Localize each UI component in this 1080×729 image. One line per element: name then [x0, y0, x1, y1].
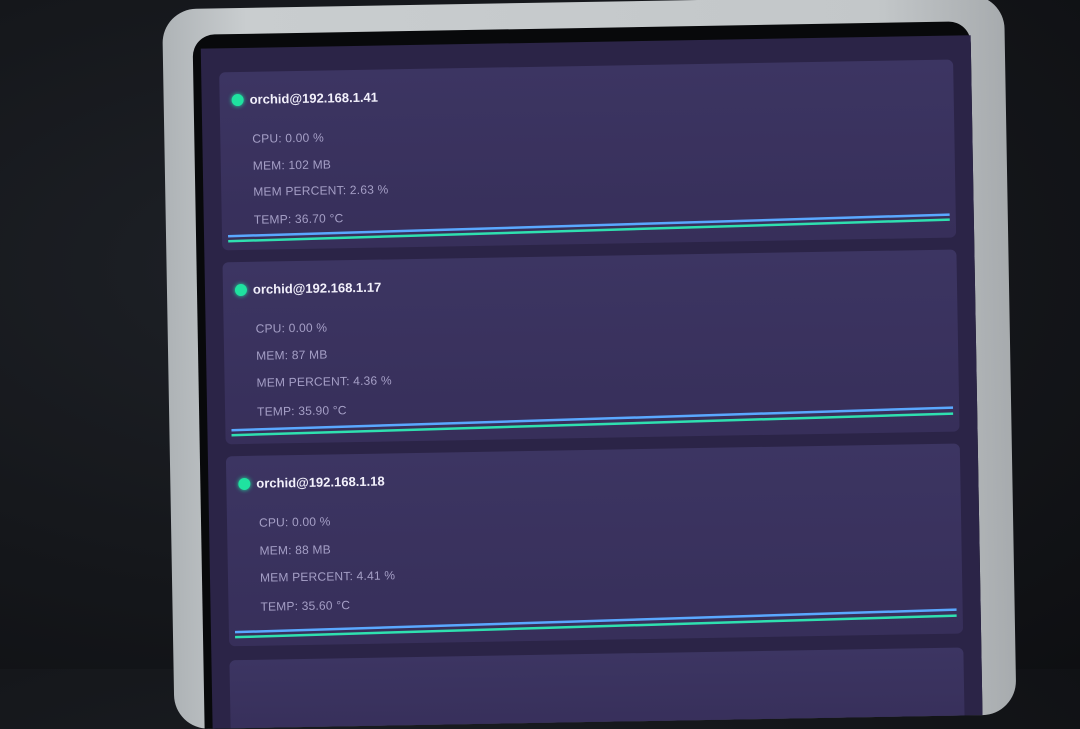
- mem-percent-value: MEM PERCENT: 4.41 %: [259, 568, 396, 585]
- cpu-value: CPU: 0.00 %: [252, 130, 325, 146]
- mem-percent-value: MEM PERCENT: 2.63 %: [253, 182, 389, 199]
- status-online-icon: [238, 477, 251, 490]
- graph-line-green: [228, 218, 950, 243]
- server-name: orchid@192.168.1.17: [252, 279, 382, 297]
- graph-line-blue: [234, 608, 957, 634]
- server-card: orchid@192.168.1.17 CPU: 0.00 % MEM: 87 …: [222, 249, 960, 445]
- server-name: orchid@192.168.1.41: [249, 89, 379, 107]
- server-card: orchid@192.168.1.41 CPU: 0.00 % MEM: 102…: [219, 59, 957, 251]
- mem-value: MEM: 102 MB: [252, 157, 332, 173]
- temp-value: TEMP: 35.60 °C: [260, 598, 351, 614]
- cpu-value: CPU: 0.00 %: [258, 514, 331, 530]
- server-header: orchid@192.168.1.17: [234, 279, 382, 298]
- server-name: orchid@192.168.1.18: [256, 473, 385, 491]
- cpu-value: CPU: 0.00 %: [255, 320, 328, 336]
- mem-value: MEM: 87 MB: [256, 347, 328, 363]
- mem-value: MEM: 88 MB: [259, 542, 331, 558]
- status-online-icon: [234, 283, 248, 296]
- server-header: orchid@192.168.1.41: [231, 89, 379, 108]
- server-header: orchid@192.168.1.18: [238, 474, 385, 492]
- display-screen: orchid@192.168.1.41 CPU: 0.00 % MEM: 102…: [200, 35, 983, 729]
- graph-line-green: [234, 614, 957, 639]
- device-bezel: orchid@192.168.1.41 CPU: 0.00 % MEM: 102…: [162, 0, 1017, 729]
- graph-line-green: [231, 412, 954, 437]
- status-online-icon: [231, 93, 244, 106]
- server-card: orchid@192.168.1.18 CPU: 0.00 % MEM: 88 …: [225, 443, 964, 647]
- mem-percent-value: MEM PERCENT: 4.36 %: [256, 373, 392, 390]
- server-card: [229, 647, 965, 729]
